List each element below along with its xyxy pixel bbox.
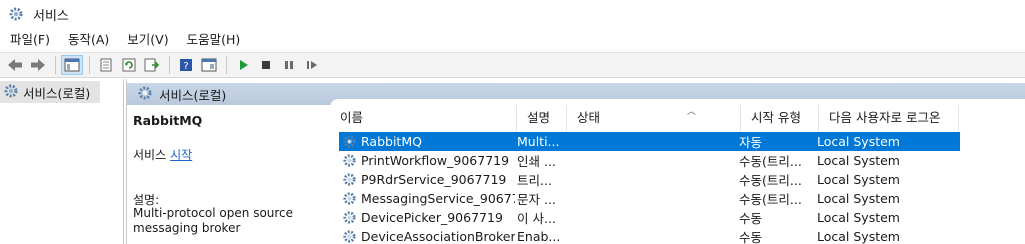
toolbar: ? [0, 52, 1025, 78]
description-cell: 문자 ... [517, 192, 556, 207]
log-on-as-cell: Local System [817, 210, 900, 225]
services-gear-icon [3, 83, 19, 102]
service-name: RabbitMQ [361, 134, 422, 149]
menu-bar: 파일(F) 동작(A) 보기(V) 도움말(H) [0, 28, 1025, 52]
column-header-row: 이름 설명 상태 ︿ 시작 유형 다음 사용자로 로그온 [330, 105, 1025, 131]
toolbar-separator [89, 56, 90, 74]
start-service-link[interactable]: 시작 [170, 148, 192, 162]
help-icon[interactable]: ? [175, 55, 197, 75]
description-cell: Multi... [517, 134, 560, 149]
startup-type-cell: 수동(트리... [739, 192, 802, 207]
column-header-log-on-as[interactable]: 다음 사용자로 로그온 [819, 105, 959, 131]
refresh-icon[interactable] [118, 55, 140, 75]
service-name: PrintWorkflow_9067719 [361, 153, 510, 168]
stop-icon[interactable] [255, 55, 277, 75]
services-gear-icon [7, 5, 25, 23]
services-gear-icon [137, 85, 153, 104]
startup-type-cell: 수동(트리... [739, 154, 802, 169]
tree-item-label: 서비스(로컬) [23, 85, 91, 101]
description-cell: 트리... [517, 173, 552, 188]
description-cell: Enab... [517, 229, 561, 244]
pause-icon[interactable] [278, 55, 300, 75]
console-tree: 서비스(로컬) [0, 79, 124, 244]
menu-help[interactable]: 도움말(H) [177, 29, 249, 51]
table-row[interactable]: RabbitMQ Multi... 자동 Local System [339, 132, 960, 151]
name-cell: DeviceAssociationBroker_9... [339, 229, 515, 244]
tree-item-services-local[interactable]: 서비스(로컬) [0, 81, 100, 103]
column-header-startup-type[interactable]: 시작 유형 [741, 105, 819, 131]
table-row[interactable]: PrintWorkflow_9067719 인쇄 ... 수동(트리... Lo… [339, 151, 1025, 170]
toolbar-separator [169, 56, 170, 74]
startup-type-cell: 자동 [739, 135, 763, 150]
log-on-as-cell: Local System [817, 229, 900, 244]
svg-text:?: ? [183, 61, 188, 72]
sort-ascending-icon: ︿ [687, 107, 697, 117]
window-title: 서비스 [33, 8, 69, 24]
service-gear-icon [341, 191, 357, 207]
console-icon[interactable] [198, 55, 220, 75]
start-prefix: 서비스 [133, 148, 167, 162]
name-cell: DevicePicker_9067719 [339, 210, 515, 226]
pane-header-title: 서비스(로컬) [159, 87, 227, 103]
service-name: DeviceAssociationBroker_9... [361, 229, 515, 244]
back-icon[interactable] [4, 55, 26, 75]
export-list-icon[interactable] [141, 55, 163, 75]
column-header-status[interactable]: 상태 ︿ [567, 105, 741, 131]
play-icon[interactable] [232, 55, 254, 75]
table-row[interactable]: DeviceAssociationBroker_9... Enab... 수동 … [339, 227, 1025, 244]
menu-view[interactable]: 보기(V) [117, 29, 176, 51]
menu-action[interactable]: 동작(A) [58, 29, 117, 51]
service-gear-icon [341, 153, 357, 169]
description-cell: 이 사... [517, 211, 556, 226]
column-header-status-label: 상태 [577, 110, 601, 125]
name-cell: PrintWorkflow_9067719 [339, 153, 515, 169]
log-on-as-cell: Local System [817, 191, 900, 206]
services-rows: RabbitMQ Multi... 자동 Local System PrintW… [339, 132, 1025, 244]
column-header-name[interactable]: 이름 [330, 105, 517, 131]
name-cell: MessagingService_9067719 [339, 191, 515, 207]
table-row[interactable]: MessagingService_9067719 문자 ... 수동(트리...… [339, 189, 1025, 208]
table-row[interactable]: DevicePicker_9067719 이 사... 수동 Local Sys… [339, 208, 1025, 227]
service-gear-icon [341, 210, 357, 226]
selected-service-name: RabbitMQ [133, 113, 203, 128]
services-list: 이름 설명 상태 ︿ 시작 유형 다음 사용자로 로그온 RabbitMQ Mul… [330, 99, 1025, 244]
startup-type-cell: 수동 [739, 230, 763, 244]
name-cell: P9RdrService_9067719 [339, 172, 515, 188]
service-gear-icon [341, 172, 357, 188]
services-pane: 서비스(로컬) RabbitMQ 서비스 시작 설명: Multi-protoco… [126, 79, 1025, 244]
service-gear-icon [341, 229, 357, 244]
toolbar-separator [55, 56, 56, 74]
description-cell: 인쇄 ... [517, 154, 556, 169]
startup-type-cell: 수동 [739, 211, 763, 226]
name-cell: RabbitMQ [339, 134, 515, 150]
service-name: DevicePicker_9067719 [361, 210, 503, 225]
forward-icon[interactable] [27, 55, 49, 75]
title-bar: 서비스 [0, 0, 1025, 28]
properties-icon[interactable] [95, 55, 117, 75]
column-header-description[interactable]: 설명 [517, 105, 567, 131]
log-on-as-cell: Local System [817, 153, 900, 168]
service-name: MessagingService_9067719 [361, 191, 515, 206]
description-text: Multi-protocol open source messaging bro… [133, 206, 294, 235]
restart-icon[interactable] [301, 55, 323, 75]
start-service-row: 서비스 시작 [133, 146, 192, 163]
show-hide-tree-icon[interactable] [61, 55, 83, 75]
service-detail-panel: RabbitMQ 서비스 시작 설명: Multi-protocol open s… [127, 105, 327, 244]
service-gear-icon [341, 134, 357, 150]
menu-file[interactable]: 파일(F) [0, 29, 58, 51]
log-on-as-cell: Local System [817, 172, 900, 187]
service-name: P9RdrService_9067719 [361, 172, 507, 187]
startup-type-cell: 수동(트리... [739, 173, 802, 188]
table-row[interactable]: P9RdrService_9067719 트리... 수동(트리... Loca… [339, 170, 1025, 189]
toolbar-separator [226, 56, 227, 74]
log-on-as-cell: Local System [817, 134, 900, 149]
